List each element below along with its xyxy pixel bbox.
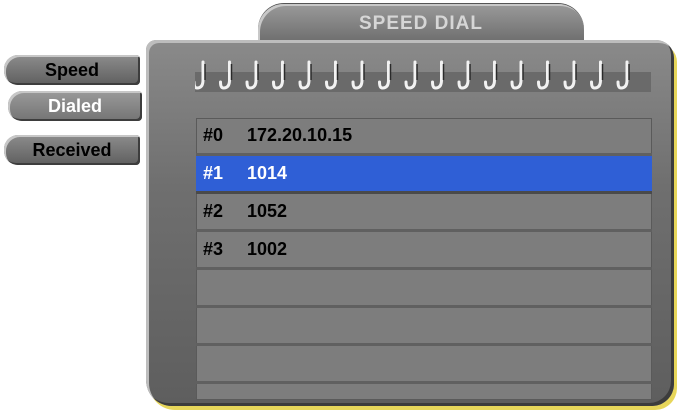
entry-value: 1002 [247,239,288,259]
tab-label: Speed [44,59,100,80]
entry-number: #2 [203,201,224,221]
list-item[interactable] [196,308,652,346]
tab-label: Dialed [47,95,103,116]
speed-dial-list: #0 172.20.10.15 #1 1014 #2 1052 #3 1002 [196,118,652,400]
tab-dialed[interactable]: Dialed [8,91,142,121]
spiral-binding [195,60,651,92]
entry-value: 172.20.10.15 [247,125,353,145]
page-title: SPEED DIAL [358,13,484,34]
list-item[interactable]: #2 1052 [196,194,652,232]
list-item[interactable] [196,270,652,308]
tab-received[interactable]: Received [4,135,140,165]
entry-number: #0 [203,125,224,145]
list-item[interactable]: #3 1002 [196,232,652,270]
list-item[interactable] [196,346,652,384]
list-item[interactable]: #1 1014 [196,156,652,194]
entry-value: 1014 [247,163,288,183]
title-tab: SPEED DIAL [258,4,584,42]
entry-value: 1052 [247,201,288,221]
entry-number: #1 [203,163,224,183]
list-item[interactable]: #0 172.20.10.15 [196,118,652,156]
entry-number: #3 [203,239,224,259]
tab-label: Received [32,139,112,160]
tab-speed[interactable]: Speed [4,55,140,85]
